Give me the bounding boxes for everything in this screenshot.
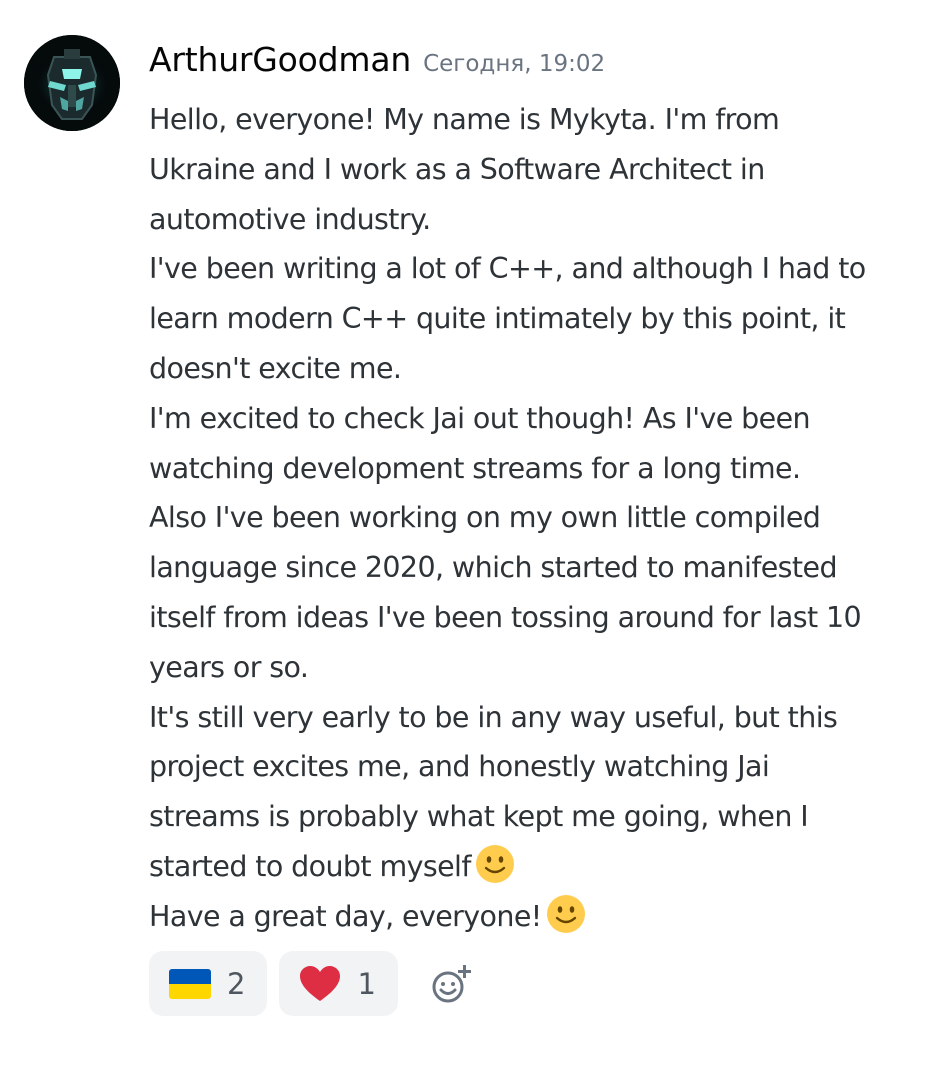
message-line-text: started to doubt myself	[149, 849, 471, 883]
message-line: language since 2020, which started to ma…	[149, 551, 838, 585]
message-line: doesn't excite me.	[149, 351, 402, 385]
timestamp: Сегодня, 19:02	[423, 51, 606, 77]
message-line-text: Have a great day, everyone!	[149, 899, 542, 933]
message-line: Ukraine and I work as a Software Archite…	[149, 152, 765, 186]
message-line: watching development streams for a long …	[149, 451, 801, 485]
add-reaction-icon	[432, 964, 471, 1002]
reactions-bar: 2 1	[149, 951, 476, 1016]
ukraine-flag-icon	[169, 968, 211, 999]
red-heart-icon	[300, 965, 341, 1001]
message-line: itself from ideas I've been tossing arou…	[149, 600, 862, 634]
message-line: streams is probably what kept me going, …	[149, 800, 809, 834]
message-line: automotive industry.	[149, 202, 431, 236]
reaction-count: 2	[227, 966, 246, 1001]
message-line: years or so.	[149, 650, 309, 684]
reaction-ukraine-flag[interactable]: 2	[149, 951, 268, 1016]
message-line-with-emoji: started to doubt myself	[149, 842, 919, 892]
message-line: I've been writing a lot of C++, and alth…	[149, 252, 866, 286]
chat-message: ArthurGoodman Сегодня, 19:02 Hello, every…	[0, 0, 926, 1080]
message-line: project excites me, and honestly watchin…	[149, 750, 770, 784]
message-line: learn modern C++ quite intimately by thi…	[149, 302, 846, 336]
message-header: ArthurGoodman Сегодня, 19:02	[149, 40, 605, 79]
reaction-count: 1	[357, 966, 376, 1001]
message-line-with-emoji: Have a great day, everyone!	[149, 892, 919, 942]
message-line: Hello, everyone! My name is Mykyta. I'm …	[149, 103, 780, 136]
message-content: Hello, everyone! My name is Mykyta. I'm …	[149, 95, 919, 942]
username[interactable]: ArthurGoodman	[149, 40, 411, 79]
message-line: It's still very early to be in any way u…	[149, 700, 838, 734]
slightly-smiling-face-icon	[546, 894, 585, 933]
armored-helmet-avatar	[24, 35, 120, 131]
message-line: Also I've been working on my own little …	[149, 501, 821, 535]
slightly-smiling-face-icon	[475, 844, 514, 883]
message-line: I'm excited to check Jai out though! As …	[149, 401, 811, 435]
avatar[interactable]	[24, 35, 120, 131]
add-reaction-button[interactable]	[428, 960, 476, 1008]
reaction-red-heart[interactable]: 1	[279, 951, 398, 1016]
